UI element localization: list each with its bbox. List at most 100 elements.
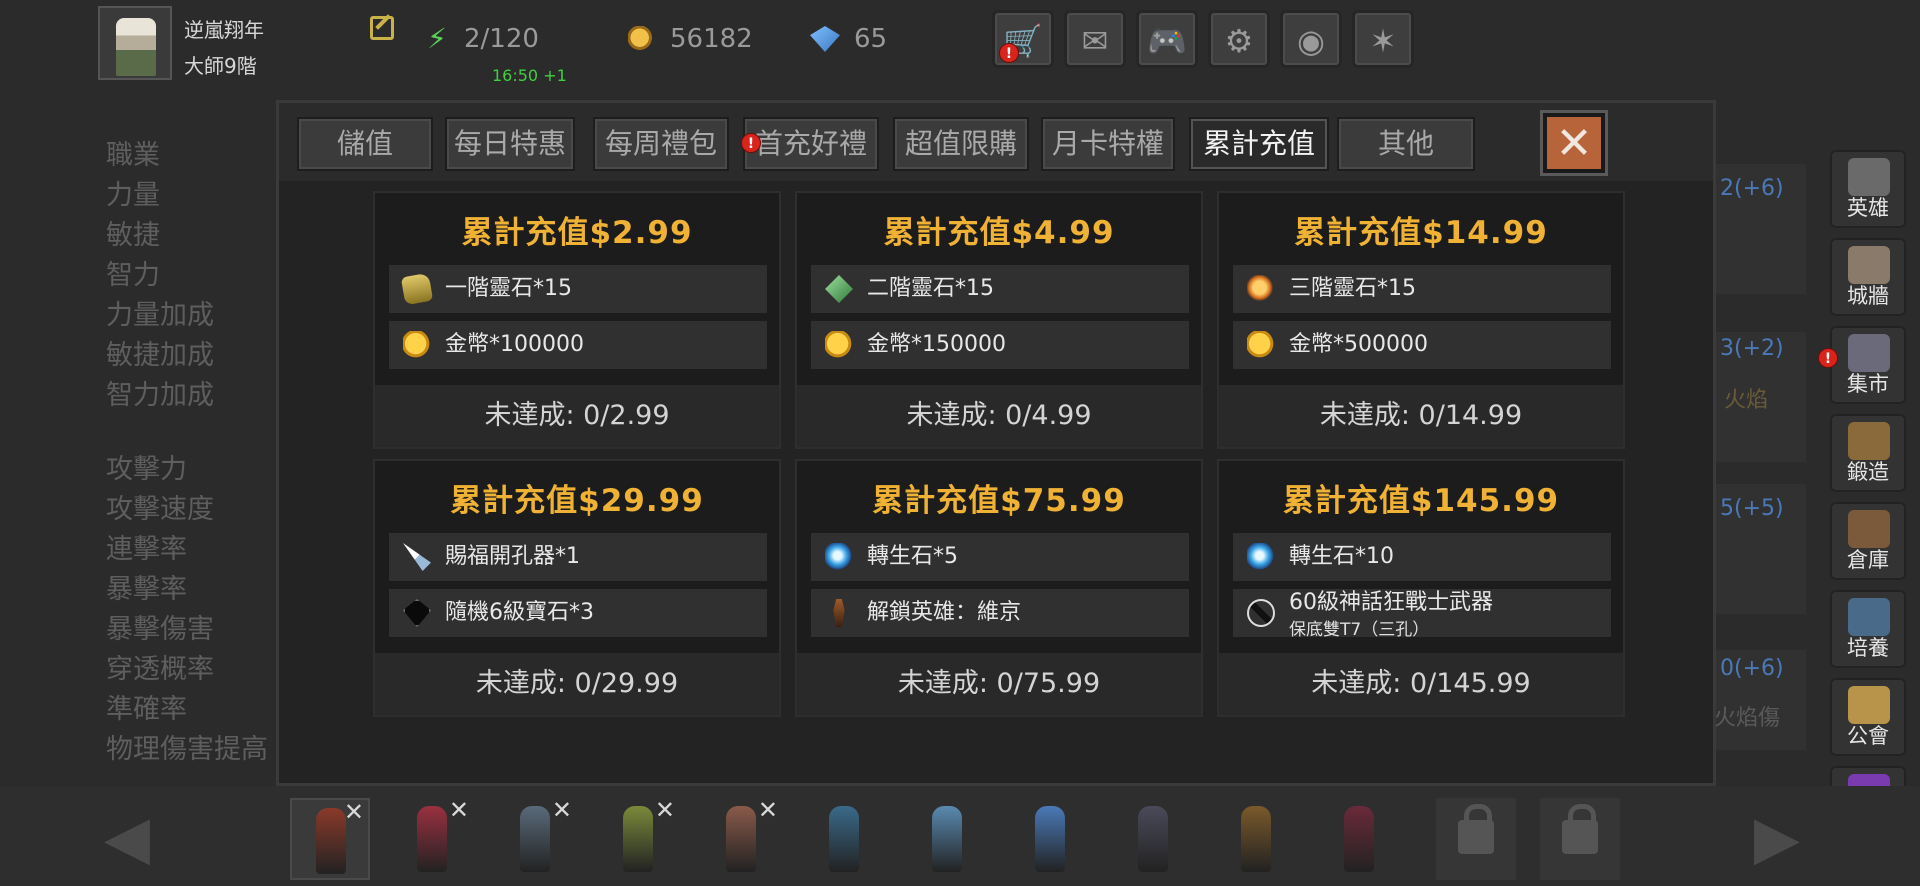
tab-label: 每日特惠 <box>453 127 566 160</box>
side-button-3[interactable]: 集市! <box>1818 326 1906 404</box>
tier3-spirit-stone-icon <box>1247 275 1275 303</box>
hero-portrait <box>829 806 859 872</box>
socket-drill-icon <box>403 543 431 571</box>
hero-slot[interactable] <box>1217 798 1297 880</box>
card-title: 累計充值$4.99 <box>883 215 1115 251</box>
tab-label: 累計充值 <box>1202 127 1315 160</box>
reward-text: 金幣*500000 <box>1289 332 1428 357</box>
reward-item: 三階靈石*15 <box>1233 265 1611 313</box>
side-button-4[interactable]: 鍛造 <box>1830 414 1906 492</box>
bg-stat-label: 物理傷害提高 <box>106 734 268 765</box>
side-button-1[interactable]: 英雄 <box>1830 150 1906 228</box>
claim-status[interactable]: 未達成: 0/145.99 <box>1219 653 1623 715</box>
bg-stat-peek: 5(+5) <box>1720 496 1784 521</box>
side-button-icon <box>1848 422 1890 460</box>
side-button-6[interactable]: 培養 <box>1830 590 1906 668</box>
hero-slot[interactable] <box>1320 798 1400 880</box>
bg-stat-label: 連擊率 <box>106 534 187 565</box>
reward-text: 解鎖英雄：維京 <box>867 600 1022 625</box>
hero-slot[interactable]: ✕ <box>290 798 370 880</box>
claim-status[interactable]: 未達成: 0/29.99 <box>375 653 779 715</box>
hero-slot[interactable] <box>1114 798 1194 880</box>
reward-item: 賜福開孔器*1 <box>389 533 767 581</box>
tab-label: 其他 <box>1377 127 1434 160</box>
tab-1[interactable]: 儲值 <box>297 117 433 171</box>
tier2-spirit-stone-icon <box>825 275 853 303</box>
hero-portrait <box>1138 806 1168 872</box>
hero-slot[interactable] <box>908 798 988 880</box>
hero-slot[interactable] <box>1011 798 1091 880</box>
hero-unlock-icon <box>833 599 845 627</box>
player-avatar[interactable] <box>98 6 172 80</box>
recharge-modal: ✕ 儲值 每日特惠 每周禮包 首充好禮! 超值限購 月卡特權 累計充值 其他 累計充值$2.9… <box>276 100 1716 786</box>
side-button-5[interactable]: 倉庫 <box>1830 502 1906 580</box>
fireworks-button[interactable]: ✶ <box>1352 10 1414 68</box>
fireworks-icon: ✶ <box>1369 22 1397 60</box>
hero-portrait <box>316 808 346 874</box>
aperture-button[interactable]: ◉ <box>1280 10 1342 68</box>
bg-stat-label: 暴擊率 <box>106 574 187 605</box>
hero-slot[interactable] <box>805 798 885 880</box>
locked-hero-slot[interactable] <box>1540 798 1620 880</box>
envelope-icon: ✉ <box>1081 22 1109 60</box>
reward-text: 轉生石*10 <box>1289 544 1394 569</box>
claim-status[interactable]: 未達成: 0/75.99 <box>797 653 1201 715</box>
settings-button[interactable]: ⚙ <box>1208 10 1270 68</box>
hero-slot[interactable]: ✕ <box>393 796 473 880</box>
card-title: 累計充值$75.99 <box>872 483 1126 519</box>
hero-slot[interactable]: ✕ <box>599 796 679 880</box>
reward-text: 三階靈石*15 <box>1289 276 1416 301</box>
bg-stat-label: 智力 <box>106 260 160 291</box>
gamepad-button[interactable]: 🎮 <box>1136 10 1198 68</box>
tab-4[interactable]: 首充好禮! <box>741 117 879 171</box>
mail-button[interactable]: ✉ <box>1064 10 1126 68</box>
reward-card: 累計充值$4.99 二階靈石*15 金幣*150000 未達成: 0/4.99 <box>795 191 1203 449</box>
gold-count: 56182 <box>670 24 753 54</box>
previous-arrow-icon[interactable]: ◀ <box>92 808 162 868</box>
gamepad-icon: 🎮 <box>1147 22 1187 60</box>
close-button[interactable]: ✕ <box>1543 113 1605 173</box>
side-button-label: 倉庫 <box>1847 548 1889 572</box>
side-button-label: 鍛造 <box>1847 460 1889 484</box>
energy-count: 2/120 <box>464 24 539 54</box>
gem-icon <box>810 26 840 52</box>
tab-6[interactable]: 月卡特權 <box>1041 117 1175 171</box>
hero-portrait <box>726 806 756 872</box>
reward-text: 一階靈石*15 <box>445 276 572 301</box>
tab-5[interactable]: 超值限購 <box>893 117 1029 171</box>
side-button-label: 英雄 <box>1847 196 1889 220</box>
tab-2[interactable]: 每日特惠 <box>445 117 575 171</box>
side-button-7[interactable]: 公會 <box>1830 678 1906 756</box>
bg-stat-peek: 火焰 <box>1724 388 1769 413</box>
card-title: 累計充值$2.99 <box>461 215 693 251</box>
reward-item: 轉生石*5 <box>811 533 1189 581</box>
claim-status[interactable]: 未達成: 0/2.99 <box>375 385 779 447</box>
next-arrow-icon[interactable]: ▶ <box>1742 808 1812 868</box>
tab-bar: ✕ 儲值 每日特惠 每周禮包 首充好禮! 超值限購 月卡特權 累計充值 其他 <box>279 103 1713 181</box>
tab-8[interactable]: 其他 <box>1337 117 1475 171</box>
tab-label: 首充好禮 <box>754 127 867 160</box>
lock-icon <box>1562 804 1598 854</box>
player-name: 逆嵐翔年 <box>184 18 264 42</box>
hero-slot[interactable]: ✕ <box>702 796 782 880</box>
tab-label: 儲值 <box>336 127 393 160</box>
side-button-label: 集市 <box>1847 372 1889 396</box>
aperture-icon: ◉ <box>1297 22 1325 60</box>
hero-slot[interactable]: ✕ <box>496 796 576 880</box>
locked-hero-slot[interactable] <box>1436 798 1516 880</box>
reward-text: 金幣*100000 <box>445 332 584 357</box>
reward-item: 一階靈石*15 <box>389 265 767 313</box>
shop-button[interactable]: 🛒! <box>992 10 1054 68</box>
reward-item: 轉生石*10 <box>1233 533 1611 581</box>
side-button-label: 城牆 <box>1847 284 1889 308</box>
background-stat-list: 職業 力量 敏捷 智力 力量加成 敏捷加成 智力加成 攻擊力 攻擊速度 連擊率 暴擊率 暴擊傷害 穿透概… <box>106 136 268 770</box>
reward-text: 二階靈石*15 <box>867 276 994 301</box>
claim-status[interactable]: 未達成: 0/14.99 <box>1219 385 1623 447</box>
tab-7[interactable]: 累計充值 <box>1189 117 1329 171</box>
reward-item: 隨機6級寶石*3 <box>389 589 767 637</box>
claim-status[interactable]: 未達成: 0/4.99 <box>797 385 1201 447</box>
avatar-portrait <box>116 18 156 76</box>
tab-3[interactable]: 每周禮包 <box>593 117 729 171</box>
edit-name-icon[interactable] <box>370 16 394 40</box>
side-button-2[interactable]: 城牆 <box>1830 238 1906 316</box>
